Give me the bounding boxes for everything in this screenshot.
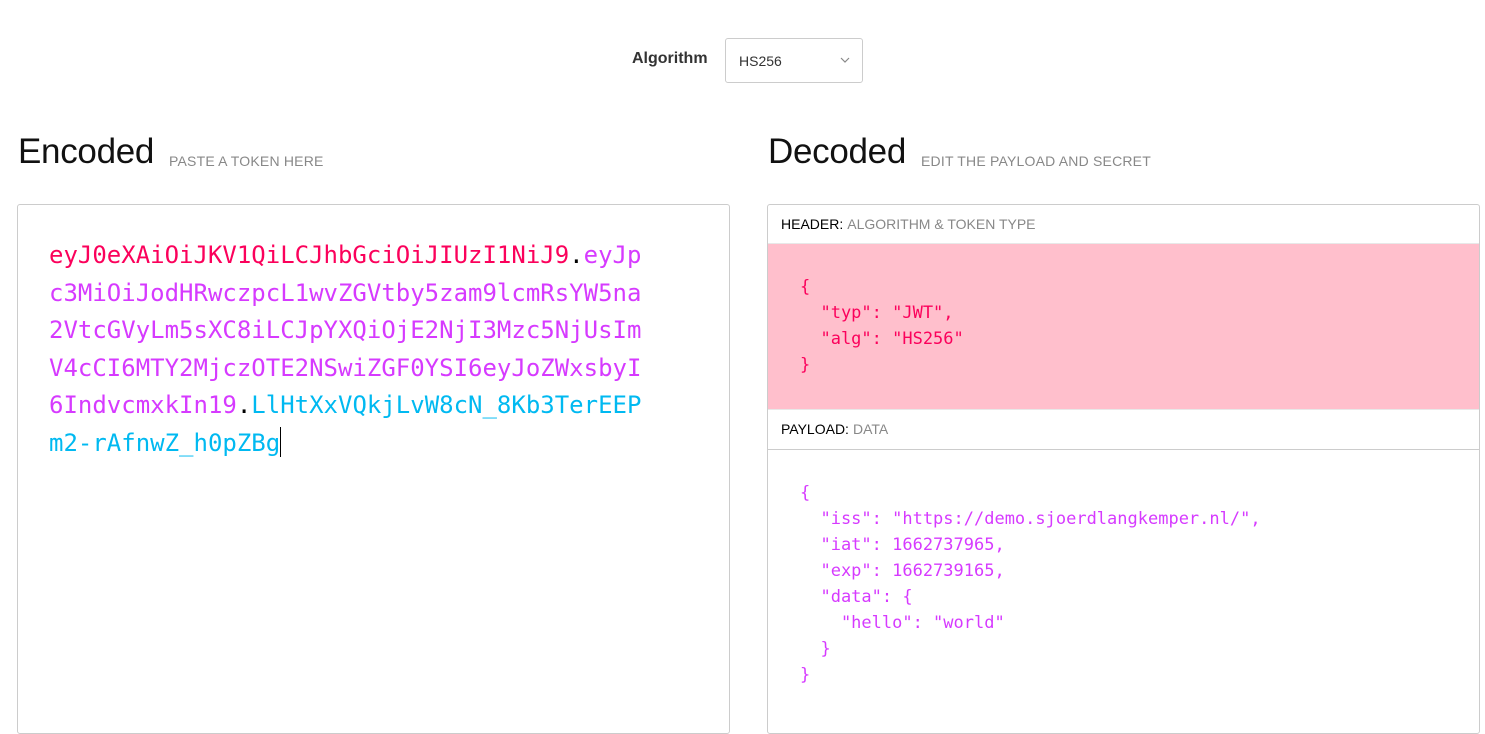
payload-json-text[interactable]: { "iss": "https://demo.sjoerdlangkemper.… — [800, 480, 1261, 688]
encoded-title: Encoded — [18, 132, 155, 171]
payload-label: PAYLOAD: — [781, 421, 849, 437]
header-label: HEADER: — [781, 216, 844, 232]
algorithm-label: Algorithm — [632, 50, 708, 67]
payload-sublabel: DATA — [852, 421, 889, 437]
payload-section-label: PAYLOAD: DATA — [781, 421, 888, 437]
algorithm-select[interactable]: HS256 — [725, 38, 863, 83]
header-section-label: HEADER: ALGORITHM & TOKEN TYPE — [781, 216, 1036, 232]
token-header-part: eyJ0eXAiOiJKV1QiLCJhbGciOiJIUzI1NiJ9 — [49, 241, 570, 269]
token-separator: . — [236, 391, 252, 419]
header-json-text[interactable]: { "typ": "JWT", "alg": "HS256" } — [800, 274, 964, 378]
decoded-title: Decoded — [768, 132, 907, 171]
payload-json-editor[interactable]: { "iss": "https://demo.sjoerdlangkemper.… — [768, 449, 1479, 733]
decoded-panel: HEADER: ALGORITHM & TOKEN TYPE { "typ": "… — [767, 204, 1480, 734]
algorithm-bar: Algorithm HS256 — [0, 0, 1485, 110]
decoded-subtitle: EDIT THE PAYLOAD AND SECRET — [921, 153, 1151, 169]
header-sublabel: ALGORITHM & TOKEN TYPE — [847, 216, 1036, 232]
text-caret — [280, 426, 282, 457]
encoded-token-text[interactable]: eyJ0eXAiOiJKV1QiLCJhbGciOiJIUzI1NiJ9.eyJ… — [49, 237, 649, 462]
header-json-editor[interactable]: { "typ": "JWT", "alg": "HS256" } — [768, 243, 1479, 410]
token-separator: . — [569, 241, 584, 269]
chevron-down-icon — [840, 57, 850, 63]
algorithm-selected-value: HS256 — [739, 53, 782, 69]
encoded-subtitle: PASTE A TOKEN HERE — [169, 153, 324, 169]
encoded-token-editor[interactable]: eyJ0eXAiOiJKV1QiLCJhbGciOiJIUzI1NiJ9.eyJ… — [17, 204, 730, 734]
